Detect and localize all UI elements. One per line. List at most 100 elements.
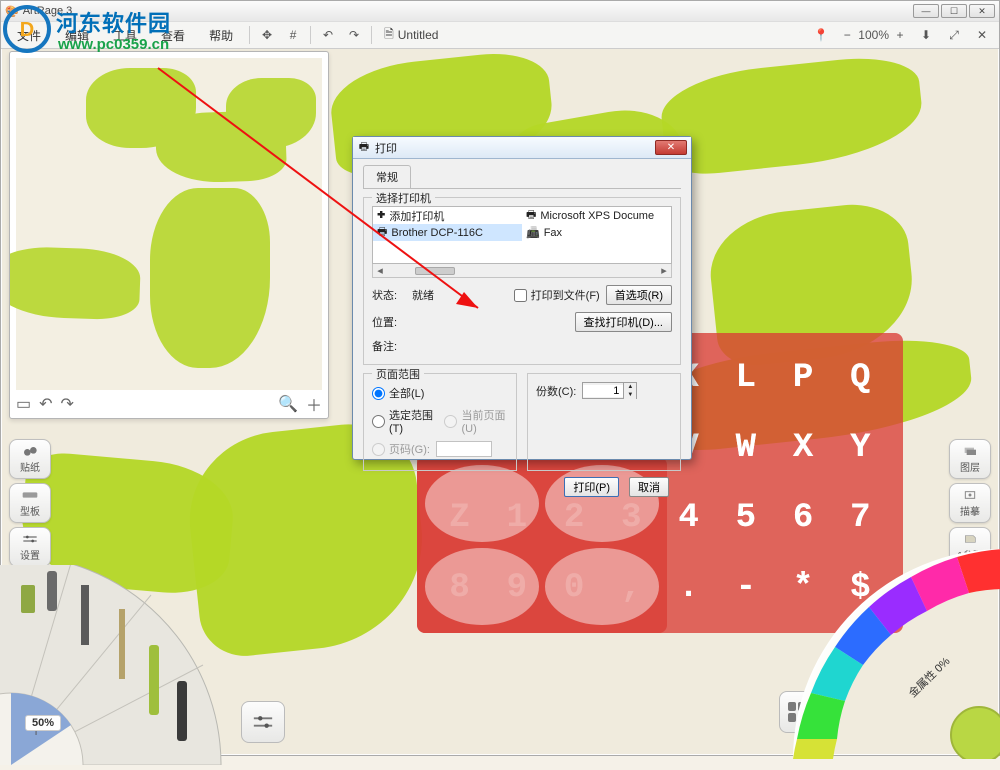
tracing-icon [962, 488, 978, 502]
comment-label: 备注: [372, 338, 406, 354]
printer-icon: 🖶 [526, 206, 536, 225]
stencil-char: 5 [717, 483, 774, 553]
printer-icon: 🖶 [357, 141, 371, 155]
cancel-button[interactable]: 取消 [629, 477, 669, 497]
scroll-thumb[interactable] [415, 267, 455, 275]
nav-redo-icon[interactable]: ↷ [61, 394, 74, 414]
ruler-icon [22, 488, 38, 502]
group-select-printer: 选择打印机 🞧添加打印机 🖶Microsoft XPS Docume 🖶Brot… [363, 197, 681, 365]
expand-icon[interactable]: ⤢ [943, 24, 965, 46]
stencil-char: X [775, 413, 832, 483]
separator [249, 26, 250, 44]
printer-add[interactable]: 🞧添加打印机 [373, 207, 522, 224]
status-value: 就绪 [412, 287, 434, 303]
document-icon: 🗎 [384, 25, 394, 46]
redo-icon[interactable]: ↷ [343, 24, 365, 46]
zoom-out-button[interactable]: − [838, 26, 856, 44]
location-label: 位置: [372, 314, 406, 330]
zoom-in-button[interactable]: + [891, 26, 909, 44]
group-page-range: 页面范围 全部(L) 选定范围(T) 当前页面(U) 页码(G): [363, 373, 517, 471]
watermark-site-name: 河东软件园 [56, 6, 171, 38]
printer-list-scrollbar[interactable]: ◂ ▸ [372, 264, 672, 278]
range-pages-radio: 页码(G): [372, 441, 430, 457]
close-doc-icon[interactable]: ✕ [971, 24, 993, 46]
window-close-button[interactable]: ✕ [969, 4, 995, 18]
download-icon[interactable]: ⬇ [915, 24, 937, 46]
separator [310, 26, 311, 44]
zoom-level: 100% [858, 28, 889, 42]
spin-down-icon[interactable]: ▼ [624, 391, 636, 399]
tool-picker-wheel[interactable]: T [0, 565, 251, 765]
nav-zoom-icon[interactable]: 🔍 [278, 394, 298, 414]
print-dialog: 🖶 打印 ✕ 常规 选择打印机 🞧添加打印机 🖶Microsoft XPS Do… [352, 136, 692, 460]
copies-spinner[interactable]: ▲▼ [582, 382, 637, 399]
stencil-char: P [775, 343, 832, 413]
stencil-char: . [660, 553, 717, 623]
copies-input[interactable] [583, 385, 623, 397]
stencil-char: 6 [775, 483, 832, 553]
range-current-radio: 当前页面(U) [444, 407, 508, 435]
separator [371, 26, 372, 44]
watermark-logo: D [0, 4, 54, 54]
printer-xps[interactable]: 🖶Microsoft XPS Docume [522, 207, 671, 224]
window-maximize-button[interactable]: ☐ [941, 4, 967, 18]
stencil-char: Y [832, 413, 889, 483]
color-picker-wheel[interactable] [793, 549, 1000, 759]
footprint-icon [22, 444, 38, 458]
fax-icon: 📠 [526, 226, 540, 239]
move-tool-icon[interactable]: ✥ [256, 24, 278, 46]
page-numbers-input [436, 441, 492, 457]
preferences-button[interactable]: 首选项(R) [606, 285, 672, 305]
group-copies: 份数(C): ▲▼ [527, 373, 681, 471]
tab-general[interactable]: 常规 [363, 165, 411, 188]
navigator-preview [16, 58, 322, 390]
pod-layers[interactable]: 图层 [949, 439, 991, 479]
window-minimize-button[interactable]: — [913, 4, 939, 18]
copies-label: 份数(C): [536, 383, 576, 399]
pin-icon[interactable]: 📍 [810, 24, 832, 46]
stencil-char: Q [832, 343, 889, 413]
pod-tracing[interactable]: 描摹 [949, 483, 991, 523]
dialog-titlebar[interactable]: 🖶 打印 ✕ [353, 137, 691, 159]
scroll-right-icon[interactable]: ▸ [657, 264, 671, 277]
pod-stickers[interactable]: 贴纸 [9, 439, 51, 479]
note-icon [962, 532, 978, 546]
layers-icon [962, 444, 978, 458]
circle-hole [545, 548, 659, 625]
sliders-icon [22, 532, 38, 546]
doc-tab[interactable]: 🗎 Untitled [378, 25, 438, 46]
dialog-title: 打印 [375, 140, 655, 156]
circle-hole [425, 548, 539, 625]
nav-add-icon[interactable]: ＋ [306, 392, 322, 416]
print-to-file-checkbox[interactable]: 打印到文件(F) [514, 287, 600, 303]
printer-fax[interactable]: 📠Fax [522, 224, 671, 241]
nav-undo-icon[interactable]: ↶ [39, 394, 52, 414]
stencil-char: - [717, 553, 774, 623]
printer-brother[interactable]: 🖶Brother DCP-116C [373, 224, 522, 241]
pod-settings[interactable]: 设置 [9, 527, 51, 567]
nav-collapse-icon[interactable]: ▭ [16, 394, 31, 414]
find-printer-button[interactable]: 查找打印机(D)... [575, 312, 672, 332]
add-printer-icon: 🞧 [377, 209, 385, 222]
spin-up-icon[interactable]: ▲ [624, 383, 636, 391]
menu-help[interactable]: 帮助 [199, 25, 243, 46]
svg-text:D: D [20, 19, 34, 41]
stencil-char: W [717, 413, 774, 483]
range-all-radio[interactable]: 全部(L) [372, 385, 508, 401]
status-label: 状态: [372, 287, 406, 303]
grid-icon[interactable]: # [282, 24, 304, 46]
stencil-char: L [717, 343, 774, 413]
pod-stencils[interactable]: 型板 [9, 483, 51, 523]
range-selection-radio[interactable]: 选定范围(T) [372, 407, 434, 435]
navigator-panel[interactable]: ▭ ↶ ↷ 🔍 ＋ [9, 51, 329, 419]
undo-icon[interactable]: ↶ [317, 24, 339, 46]
printer-list[interactable]: 🞧添加打印机 🖶Microsoft XPS Docume 🖶Brother DC… [372, 206, 672, 264]
sliders-icon [252, 713, 274, 731]
stencil-char: 7 [832, 483, 889, 553]
dialog-close-button[interactable]: ✕ [655, 140, 687, 155]
print-button[interactable]: 打印(P) [564, 477, 619, 497]
scroll-left-icon[interactable]: ◂ [373, 264, 387, 277]
printer-icon: 🖶 [377, 223, 387, 242]
brush-size-badge[interactable]: 50% [25, 715, 61, 731]
tool-settings-button[interactable] [241, 701, 285, 743]
